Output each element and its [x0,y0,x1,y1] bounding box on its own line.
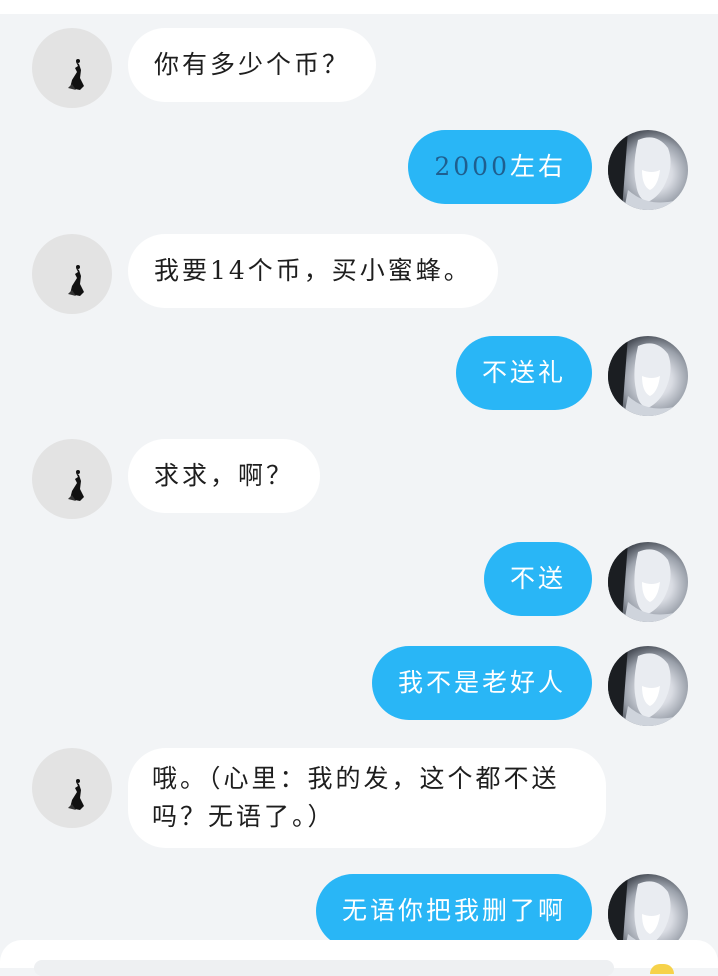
message-bubble-incoming[interactable]: 哦。（心里：我的发，这个都不送吗？无语了。） [128,748,606,848]
message-row-outgoing: 我不是老好人 [0,646,718,726]
message-bubble-outgoing[interactable]: 不送礼 [455,336,592,410]
message-bubble-incoming[interactable]: 我要14个币，买小蜜蜂。 [128,234,498,308]
message-text: 你有多少个币？ [154,50,351,79]
contact-avatar[interactable] [32,748,112,828]
message-bubble-outgoing[interactable]: 我不是老好人 [371,646,592,720]
message-bubble-incoming[interactable]: 求求，啊？ [128,439,321,513]
message-bubble-outgoing[interactable]: 2000左右 [408,130,592,204]
message-input-bar [0,940,718,976]
message-row-incoming: 你有多少个币？ [0,28,718,108]
message-text: 不送 [509,564,566,593]
message-text: 不送礼 [481,358,566,387]
emoji-icon[interactable] [650,964,674,974]
chat-message-list[interactable]: 你有多少个币？ 2000左右 我要14个币，买小蜜蜂。 不送礼 求求，啊？ 不送… [0,14,718,954]
self-avatar[interactable] [608,542,688,622]
message-text-number: 2000 [434,152,510,181]
anime-girl-icon [608,646,688,726]
ink-figure-icon [68,265,84,296]
contact-avatar[interactable] [32,234,112,314]
message-row-incoming: 求求，啊？ [0,439,718,519]
message-row-outgoing: 2000左右 [0,130,718,210]
anime-girl-icon [608,130,688,210]
status-bar-area [0,0,718,14]
message-row-incoming: 哦。（心里：我的发，这个都不送吗？无语了。） [0,748,718,848]
message-text: 我要14个币，买小蜜蜂。 [154,256,472,285]
ink-figure-icon [68,59,84,90]
self-avatar[interactable] [608,336,688,416]
message-row-outgoing: 不送礼 [0,336,718,416]
message-row-incoming: 我要14个币，买小蜜蜂。 [0,234,718,314]
contact-avatar[interactable] [32,439,112,519]
message-text: 求求，啊？ [154,461,295,490]
message-input-field[interactable] [34,960,614,976]
message-row-outgoing: 不送 [0,542,718,622]
message-text: 我不是老好人 [397,668,566,697]
message-bubble-outgoing[interactable]: 不送 [483,542,592,616]
message-bubble-incoming[interactable]: 你有多少个币？ [128,28,377,102]
message-text: 左右 [509,152,566,181]
message-text: 无语你把我删了啊 [341,896,566,925]
ink-figure-icon [68,470,84,501]
message-text: 哦。（心里：我的发，这个都不送吗？无语了。） [152,764,560,831]
anime-girl-icon [608,542,688,622]
self-avatar[interactable] [608,130,688,210]
anime-girl-icon [608,336,688,416]
contact-avatar[interactable] [32,28,112,108]
self-avatar[interactable] [608,646,688,726]
message-bubble-outgoing[interactable]: 无语你把我删了啊 [315,874,592,948]
ink-figure-icon [68,779,84,810]
